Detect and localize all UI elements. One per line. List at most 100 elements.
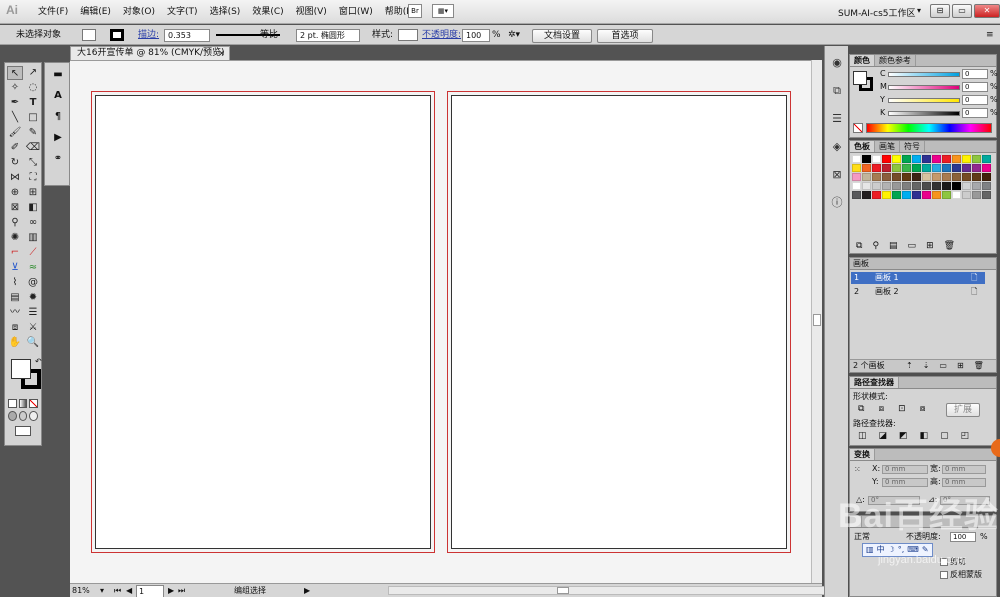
show-kinds-icon[interactable]: ⚲ [872,241,879,251]
align-panel-icon[interactable]: ☰ [828,110,846,128]
draw-behind-icon[interactable] [18,411,28,421]
bridge-button[interactable]: Br [408,4,422,18]
perspective-grid-tool-icon[interactable]: ⊞ [25,186,41,200]
type-tool-icon[interactable]: T [25,96,41,110]
channel-c-slider[interactable] [888,72,960,77]
swatch[interactable] [972,155,981,163]
rotate-tool-icon[interactable]: ↻ [7,156,23,170]
gradient-mode-icon[interactable] [18,399,28,408]
swatch[interactable] [912,164,921,172]
swatch[interactable] [952,191,961,199]
swatch[interactable] [952,155,961,163]
reference-point-icon[interactable]: ⁙ [854,465,861,475]
merge-icon[interactable]: ◩ [899,431,908,441]
swatch[interactable] [912,155,921,163]
color-spectrum-bar[interactable] [866,123,992,133]
direct-selection-tool-icon[interactable]: ↗ [25,66,41,80]
slice-tool-icon[interactable]: ⟋ [25,246,41,260]
crop-area-tool-icon[interactable]: ⧈ [7,321,23,335]
swap-fill-stroke-icon[interactable]: ↶ [35,357,42,366]
document-setup-button[interactable]: 文档设置 [532,29,592,43]
swatch[interactable] [962,173,971,181]
fill-box[interactable] [11,359,31,379]
artboard-2[interactable] [447,91,791,553]
swatch[interactable] [882,173,891,181]
recolor-icon[interactable]: ✲▾ [508,29,520,41]
channel-k-slider[interactable] [888,111,960,116]
divide-icon[interactable]: ◫ [858,431,867,441]
hand-tool-icon[interactable]: ✋ [7,336,23,350]
menu-object[interactable]: 对象(O) [117,6,161,18]
unite-icon[interactable]: ⧉ [858,404,864,414]
status-menu-icon[interactable]: ▶ [304,585,310,596]
swatch[interactable] [932,191,941,199]
appearance-panel-icon[interactable]: ◉ [828,54,846,72]
swatch[interactable] [972,173,981,181]
knife-tool-icon[interactable]: ⚔ [25,321,41,335]
outline-icon[interactable]: ▢ [940,431,949,441]
swatch[interactable] [852,164,861,172]
swatch[interactable] [932,155,941,163]
swatch[interactable] [982,155,991,163]
swatch[interactable] [942,164,951,172]
swatch[interactable] [902,182,911,190]
swatch[interactable] [852,173,861,181]
tab-transform[interactable]: 变换 [850,449,875,460]
swatch[interactable] [902,164,911,172]
swatch[interactable] [932,182,941,190]
live-paint-bucket-icon[interactable]: ⊻ [7,261,23,275]
swatch[interactable] [962,155,971,163]
tab-brushes[interactable]: 画笔 [875,141,900,152]
swatch-library-icon[interactable]: ⧉ [856,241,862,251]
artboard-prev-icon[interactable]: ◀ [126,585,132,596]
width-tool-icon[interactable]: ⋈ [7,171,23,185]
menu-window[interactable]: 窗口(W) [333,6,379,18]
free-transform-tool-icon[interactable]: ⛶ [25,171,41,185]
column-graph-tool-icon[interactable]: ▥ [25,231,41,245]
scale-tool-icon[interactable]: ⤡ [25,156,41,170]
channel-y-slider[interactable] [888,98,960,103]
opacity-link[interactable]: 不透明度: [422,29,461,41]
menu-edit[interactable]: 编辑(E) [74,6,117,18]
swatch[interactable] [952,182,961,190]
vertical-scroll-thumb[interactable] [813,314,821,326]
document-info-panel-icon[interactable]: ⓘ [828,194,846,212]
swatch[interactable] [972,164,981,172]
swatch[interactable] [862,155,871,163]
swatch[interactable] [932,173,941,181]
trim-icon[interactable]: ◪ [879,431,888,441]
tab-pathfinder[interactable]: 路径查找器 [850,377,899,388]
channel-c-value[interactable]: 0 [962,69,988,79]
horizontal-scroll-thumb[interactable] [557,587,569,594]
artboard-tool-icon[interactable]: ⌐ [7,246,23,260]
swatch[interactable] [912,182,921,190]
swatch[interactable] [902,173,911,181]
swatch[interactable] [962,191,971,199]
draw-inside-icon[interactable] [29,411,39,421]
swatch[interactable] [892,182,901,190]
menu-select[interactable]: 选择(S) [204,6,247,18]
color-mode-icon[interactable] [8,399,17,408]
twirl-tool-icon[interactable]: @ [25,276,41,290]
stroke-weight-field[interactable]: 0.353 [164,29,210,42]
new-swatch-icon[interactable]: ⊞ [926,241,934,251]
artboard-1[interactable] [91,91,435,553]
swatch[interactable] [982,164,991,172]
swatch[interactable] [962,164,971,172]
menu-type[interactable]: 文字(T) [161,6,204,18]
swatch[interactable] [892,155,901,163]
menu-view[interactable]: 视图(V) [290,6,333,18]
swatch[interactable] [852,182,861,190]
swatch[interactable] [942,191,951,199]
graphic-style-swatch[interactable] [398,29,418,41]
swatch[interactable] [922,191,931,199]
channel-y-value[interactable]: 0 [962,95,988,105]
fill-color-swatch[interactable] [82,29,96,41]
lasso-tool-icon[interactable]: ◌ [25,81,41,95]
swatch[interactable] [872,182,881,190]
graphic-styles-panel-icon[interactable]: ⧉ [828,82,846,100]
ime-logo-icon[interactable]: ▥ [866,544,874,556]
close-document-icon[interactable]: ✕ [218,47,225,60]
swatch[interactable] [932,164,941,172]
swatch[interactable] [892,173,901,181]
